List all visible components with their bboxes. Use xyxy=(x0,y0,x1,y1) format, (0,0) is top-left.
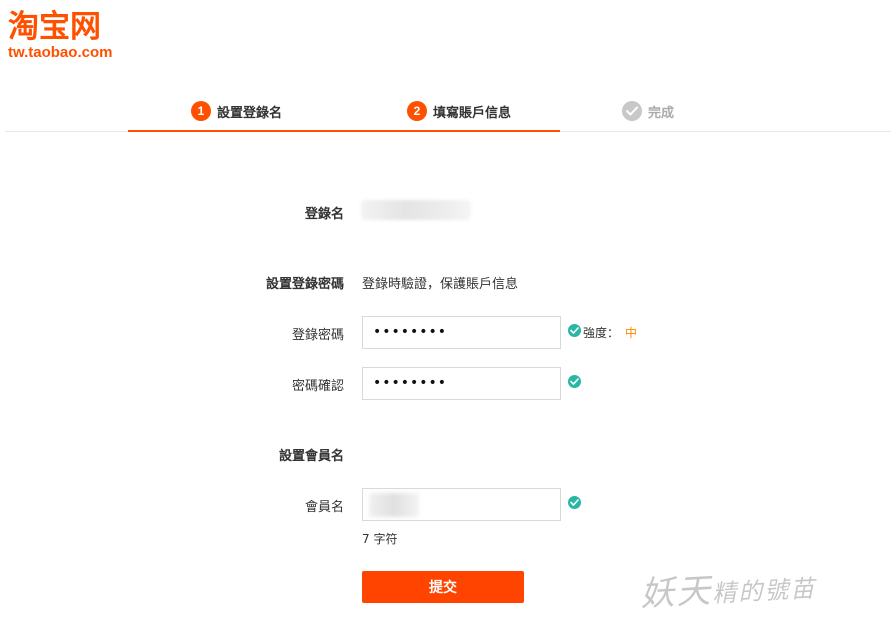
confirm-password-input[interactable]: •••••••• xyxy=(362,367,561,400)
watermark-big: 妖天 xyxy=(639,570,714,615)
member-name-value-redacted xyxy=(369,493,419,517)
logo-url: tw.taobao.com xyxy=(8,44,113,61)
password-input[interactable]: •••••••• xyxy=(362,316,561,349)
member-name-char-count: 7 字符 xyxy=(362,532,398,546)
password-label: 登錄密碼 xyxy=(291,328,344,343)
confirm-masked-value: •••••••• xyxy=(373,375,448,391)
step-number-2: 2 xyxy=(407,101,427,121)
login-name-label: 登錄名 xyxy=(304,207,344,222)
step-label: 填寫賬戶信息 xyxy=(433,105,512,121)
password-section-title: 設置登錄密碼 xyxy=(265,277,344,292)
member-valid-check-icon xyxy=(568,496,581,509)
taobao-logo[interactable]: 淘宝网 tw.taobao.com xyxy=(8,10,138,62)
password-valid-check-icon xyxy=(568,324,581,337)
strength-label: 強度： xyxy=(583,326,620,340)
step-number-1: 1 xyxy=(191,101,211,121)
submit-button[interactable]: 提交 xyxy=(362,571,524,603)
password-strength: 強度： 中 xyxy=(583,324,637,341)
logo-text: 淘宝网 xyxy=(8,9,101,45)
confirm-password-label: 密碼確認 xyxy=(291,379,344,394)
member-section-title: 設置會員名 xyxy=(278,449,344,464)
step-label: 完成 xyxy=(648,105,675,121)
check-icon xyxy=(622,101,642,121)
strength-level: 中 xyxy=(625,326,638,340)
password-hint: 登錄時驗證，保護賬戶信息 xyxy=(362,277,519,292)
step-fill-account-info: 2 填寫賬戶信息 xyxy=(407,100,511,122)
member-name-label: 會員名 xyxy=(304,500,344,515)
step-complete: 完成 xyxy=(622,100,674,122)
confirm-valid-check-icon xyxy=(568,375,581,388)
password-masked-value: •••••••• xyxy=(373,324,448,340)
watermark-small: 精的號苗 xyxy=(711,574,817,608)
watermark-logo: 妖天精的號苗 xyxy=(639,557,817,615)
login-name-value-redacted xyxy=(361,200,471,220)
step-label: 設置登錄名 xyxy=(217,105,283,121)
steps-progress-bar xyxy=(128,130,560,132)
step-set-login-name: 1 設置登錄名 xyxy=(191,100,282,122)
member-name-input[interactable] xyxy=(362,488,561,521)
